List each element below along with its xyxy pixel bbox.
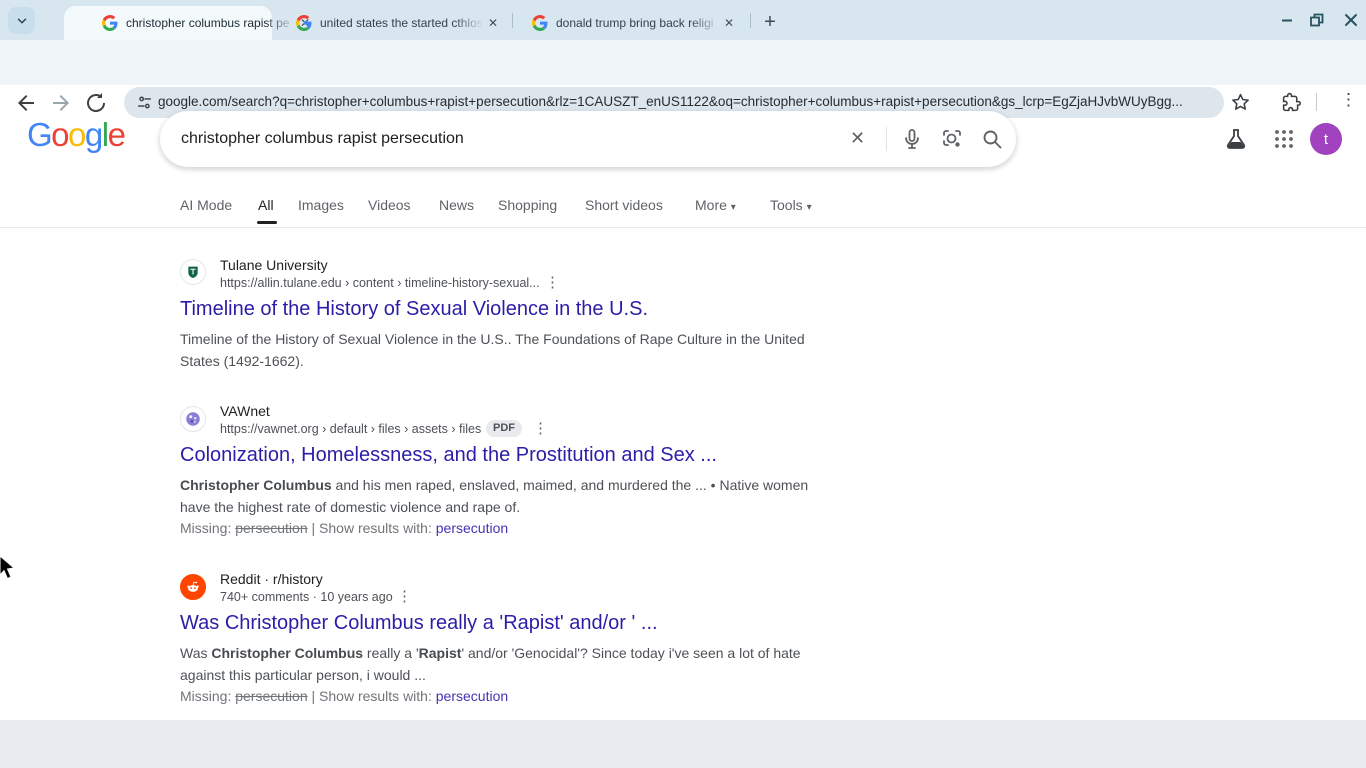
screen: christopher columbus rapist pe ✕ united … bbox=[0, 0, 1366, 768]
result-site-name[interactable]: VAWnet bbox=[220, 403, 270, 419]
tab-search-button[interactable] bbox=[8, 7, 35, 34]
google-apps-grid-icon[interactable] bbox=[1272, 127, 1296, 151]
reddit-favicon-icon bbox=[180, 574, 206, 600]
tab-title: united states the started cthlos bbox=[320, 16, 484, 30]
tab-separator bbox=[750, 13, 751, 28]
result-title-link[interactable]: Colonization, Homelessness, and the Pros… bbox=[180, 444, 717, 467]
missing-terms-line: Missing: persecution | Show results with… bbox=[180, 688, 508, 704]
search-result-3: Reddit · r/history 740+ comments · 10 ye… bbox=[180, 566, 836, 711]
result-meta: 740+ comments · 10 years ago bbox=[220, 590, 393, 604]
browser-menu-button[interactable]: ⋮ bbox=[1340, 90, 1357, 110]
missing-term: persecution bbox=[235, 688, 307, 704]
search-result-1: Tulane University https://allin.tulane.e… bbox=[180, 252, 836, 382]
tab-news[interactable]: News bbox=[439, 197, 474, 213]
result-site-name[interactable]: Reddit · r/history bbox=[220, 571, 323, 587]
result-title-link[interactable]: Was Christopher Columbus really a 'Rapis… bbox=[180, 612, 658, 635]
reload-icon[interactable] bbox=[84, 91, 108, 115]
tab-separator bbox=[512, 13, 513, 28]
tab-all[interactable]: All bbox=[258, 197, 274, 213]
new-tab-button[interactable]: + bbox=[756, 8, 784, 36]
extensions-icon[interactable] bbox=[1281, 92, 1302, 113]
tab-3[interactable]: donald trump bring back religi ✕ bbox=[518, 6, 744, 40]
tab-title: donald trump bring back religi bbox=[556, 16, 720, 30]
google-favicon-icon bbox=[296, 15, 312, 31]
missing-term: persecution bbox=[235, 520, 307, 536]
tab-images[interactable]: Images bbox=[298, 197, 344, 213]
search-labs-icon[interactable] bbox=[1224, 127, 1248, 151]
show-results-with-link[interactable]: persecution bbox=[436, 520, 508, 536]
address-url[interactable]: google.com/search?q=christopher+columbus… bbox=[158, 94, 1202, 109]
chevron-down-icon: ▾ bbox=[807, 202, 812, 213]
result-url-breadcrumb[interactable]: https://allin.tulane.edu › content › tim… bbox=[220, 276, 540, 290]
account-avatar[interactable]: t bbox=[1310, 123, 1342, 155]
result-snippet: Timeline of the History of Sexual Violen… bbox=[180, 328, 836, 372]
tab-title: christopher columbus rapist pe bbox=[126, 16, 296, 30]
tab-shopping[interactable]: Shopping bbox=[498, 197, 557, 213]
result-menu-button[interactable]: ⋮ bbox=[533, 422, 548, 436]
active-tab-underline bbox=[257, 221, 277, 224]
search-icon[interactable] bbox=[980, 127, 1004, 151]
search-box[interactable]: christopher columbus rapist persecution … bbox=[160, 111, 1016, 167]
missing-terms-line: Missing: persecution | Show results with… bbox=[180, 520, 508, 536]
close-window-icon[interactable] bbox=[1342, 11, 1360, 29]
result-url-breadcrumb[interactable]: https://vawnet.org › default › files › a… bbox=[220, 422, 481, 436]
tab-close-icon[interactable]: ✕ bbox=[720, 14, 738, 32]
browser-toolbar: google.com/search?q=christopher+columbus… bbox=[0, 40, 1366, 85]
search-query-input[interactable]: christopher columbus rapist persecution bbox=[181, 130, 464, 148]
pdf-badge: PDF bbox=[486, 420, 522, 437]
chevron-down-icon: ▾ bbox=[731, 202, 736, 213]
search-result-2: VAWnet https://vawnet.org › default › fi… bbox=[180, 398, 836, 543]
tab-videos[interactable]: Videos bbox=[368, 197, 411, 213]
result-menu-button[interactable]: ⋮ bbox=[397, 590, 412, 604]
chromeos-shelf: 31 Nov 29 4:39 bbox=[0, 720, 1366, 768]
mouse-cursor bbox=[0, 554, 18, 582]
result-site-name[interactable]: Tulane University bbox=[220, 257, 328, 273]
forward-icon[interactable] bbox=[49, 91, 73, 115]
result-menu-button[interactable]: ⋮ bbox=[545, 276, 560, 290]
tab-more[interactable]: More ▾ bbox=[695, 197, 736, 213]
minimize-window-icon[interactable] bbox=[1278, 11, 1296, 29]
tab-1[interactable]: christopher columbus rapist pe ✕ bbox=[64, 6, 272, 40]
back-icon[interactable] bbox=[14, 91, 38, 115]
google-logo[interactable]: Google bbox=[27, 116, 124, 154]
clear-search-icon[interactable]: ✕ bbox=[850, 128, 865, 149]
show-results-with-link[interactable]: persecution bbox=[436, 688, 508, 704]
tab-short-videos[interactable]: Short videos bbox=[585, 197, 663, 213]
tab-2[interactable]: united states the started cthlos ✕ bbox=[282, 6, 508, 40]
chevron-down-icon bbox=[15, 14, 29, 28]
google-favicon-icon bbox=[102, 15, 118, 31]
result-snippet: Christopher Columbus and his men raped, … bbox=[180, 474, 836, 518]
microphone-icon[interactable] bbox=[900, 127, 924, 151]
search-tune-icon[interactable] bbox=[136, 94, 153, 111]
tab-close-icon[interactable]: ✕ bbox=[484, 14, 502, 32]
tab-strip: christopher columbus rapist pe ✕ united … bbox=[0, 0, 1366, 40]
result-snippet: Was Christopher Columbus really a 'Rapis… bbox=[180, 642, 836, 686]
restore-window-icon[interactable] bbox=[1308, 11, 1326, 29]
tab-ai-mode[interactable]: AI Mode bbox=[180, 197, 232, 213]
result-title-link[interactable]: Timeline of the History of Sexual Violen… bbox=[180, 298, 648, 321]
google-favicon-icon bbox=[532, 15, 548, 31]
header-divider bbox=[0, 227, 1366, 228]
tulane-favicon-icon bbox=[180, 259, 206, 285]
tab-tools[interactable]: Tools ▾ bbox=[770, 197, 812, 213]
bookmark-star-icon[interactable] bbox=[1230, 92, 1251, 113]
toolbar-separator bbox=[1316, 93, 1317, 111]
google-lens-icon[interactable] bbox=[940, 127, 964, 151]
search-box-divider bbox=[886, 127, 887, 151]
vawnet-favicon-icon bbox=[180, 406, 206, 432]
